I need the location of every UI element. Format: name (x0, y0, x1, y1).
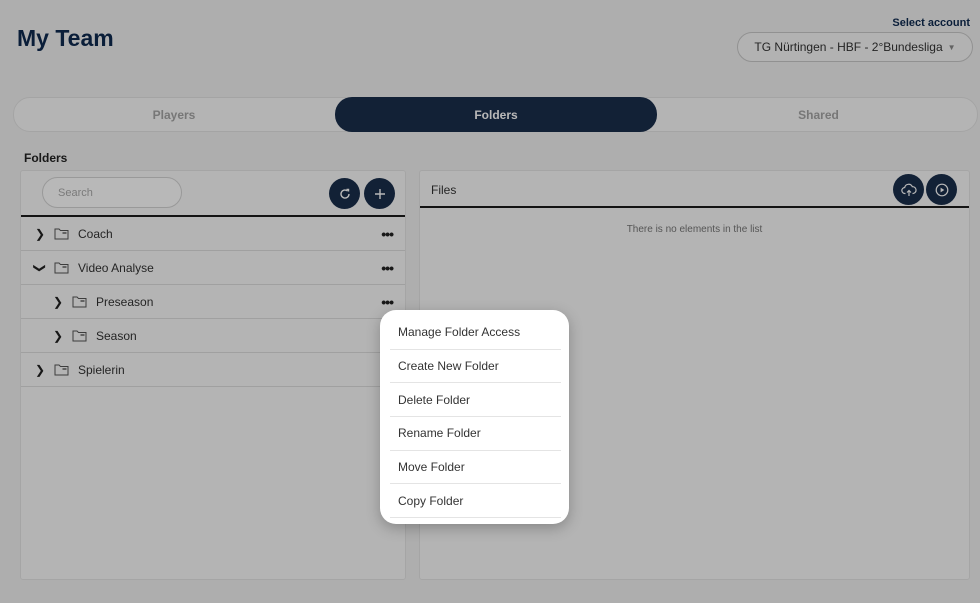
menu-item-copy-folder[interactable]: Copy Folder (390, 484, 561, 519)
menu-item-create-new-folder[interactable]: Create New Folder (390, 350, 561, 384)
menu-item-move-folder[interactable]: Move Folder (390, 451, 561, 485)
folder-context-menu: Manage Folder Access Create New Folder D… (380, 310, 569, 524)
menu-item-delete-folder[interactable]: Delete Folder (390, 383, 561, 418)
menu-item-rename-folder[interactable]: Rename Folder (390, 417, 561, 451)
menu-item-manage-folder-access[interactable]: Manage Folder Access (390, 316, 561, 350)
